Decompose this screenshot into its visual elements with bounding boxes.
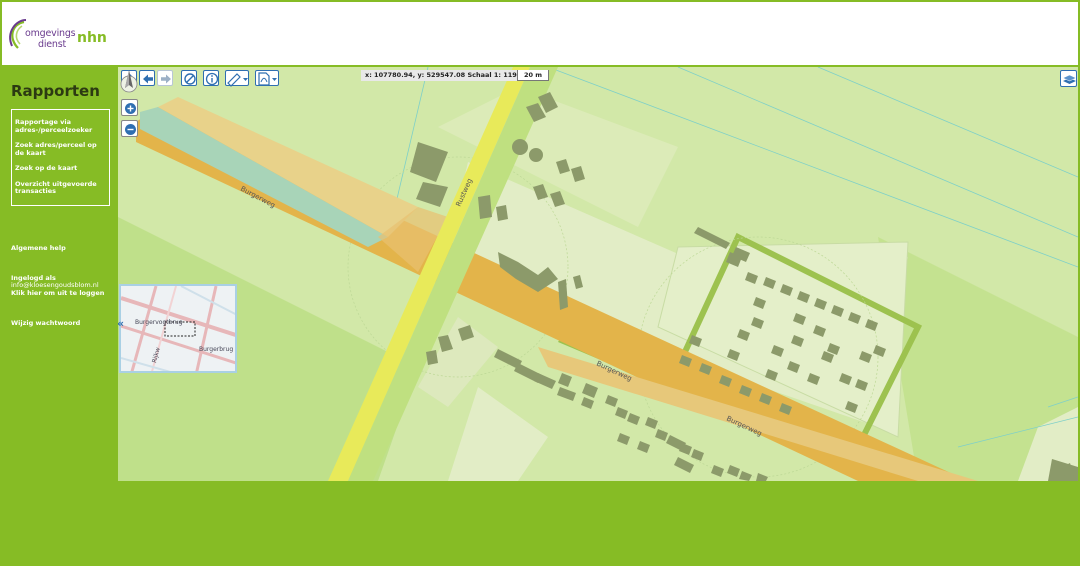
arrow-right-icon <box>161 74 171 84</box>
clear-button[interactable] <box>181 70 197 86</box>
sidebar: Rapporten Rapportage via adres-/perceelz… <box>2 67 118 564</box>
zoom-out-button[interactable] <box>121 120 138 137</box>
logout-link[interactable]: Klik hier om uit te loggen <box>11 289 104 298</box>
overview-map[interactable]: Burgervogtbrug Burgerbrug Rijkw <box>119 284 237 373</box>
pdf-export-button[interactable] <box>255 70 279 86</box>
logo-text-dienst: dienst <box>38 39 67 50</box>
collapse-overview-button[interactable]: « <box>118 317 124 330</box>
header: omgevings dienst nhn <box>2 2 1078 67</box>
arrow-left-icon <box>143 74 153 84</box>
pdf-icon <box>258 72 277 86</box>
info-button[interactable] <box>203 70 219 86</box>
ruler-icon <box>227 73 248 87</box>
footer-area <box>118 481 1078 564</box>
logo-text-nhn: nhn <box>77 30 107 46</box>
link-overzicht-transacties[interactable]: Overzicht uitgevoerde transacties <box>15 180 106 196</box>
change-password-link[interactable]: Wijzig wachtwoord <box>11 319 80 328</box>
coordinates-readout: x: 107780.94, y: 529547.08 Schaal 1: 119… <box>361 70 526 81</box>
overview-map-canvas <box>121 286 235 371</box>
layers-button[interactable] <box>1060 70 1077 87</box>
map-viewport[interactable]: Burgerweg Burgerweg Burgerweg Rustweg x:… <box>118 67 1078 481</box>
forward-button[interactable] <box>157 70 173 86</box>
map-canvas[interactable]: Burgerweg Burgerweg Burgerweg Rustweg <box>118 67 1078 481</box>
measure-button[interactable] <box>225 70 249 87</box>
plus-icon <box>125 103 136 114</box>
logo[interactable]: omgevings dienst nhn <box>6 18 116 58</box>
link-algemene-help[interactable]: Algemene help <box>11 244 66 253</box>
clear-icon <box>184 73 196 85</box>
scale-bar: 20 m <box>517 70 549 81</box>
back-button[interactable] <box>139 70 155 86</box>
zoom-in-button[interactable] <box>121 99 138 116</box>
layers-icon <box>1062 74 1077 84</box>
overview-label-burgervogtbrug: Burgervogtbrug <box>135 319 183 326</box>
link-zoek-adres-perceel[interactable]: Zoek adres/perceel op de kaart <box>15 141 106 157</box>
sidebar-title: Rapporten <box>11 82 100 100</box>
link-adres-perceelzoeker[interactable]: Rapportage via adres-/perceelzoeker <box>15 118 106 134</box>
overview-label-burgerbrug: Burgerbrug <box>199 346 234 353</box>
info-icon <box>205 72 219 86</box>
report-links-box: Rapportage via adres-/perceelzoeker Zoek… <box>11 109 110 206</box>
logo-text-omgevings: omgevings <box>25 28 76 39</box>
north-arrow-icon <box>120 70 138 93</box>
minus-icon <box>125 124 136 135</box>
link-zoek-op-kaart[interactable]: Zoek op de kaart <box>15 164 106 173</box>
